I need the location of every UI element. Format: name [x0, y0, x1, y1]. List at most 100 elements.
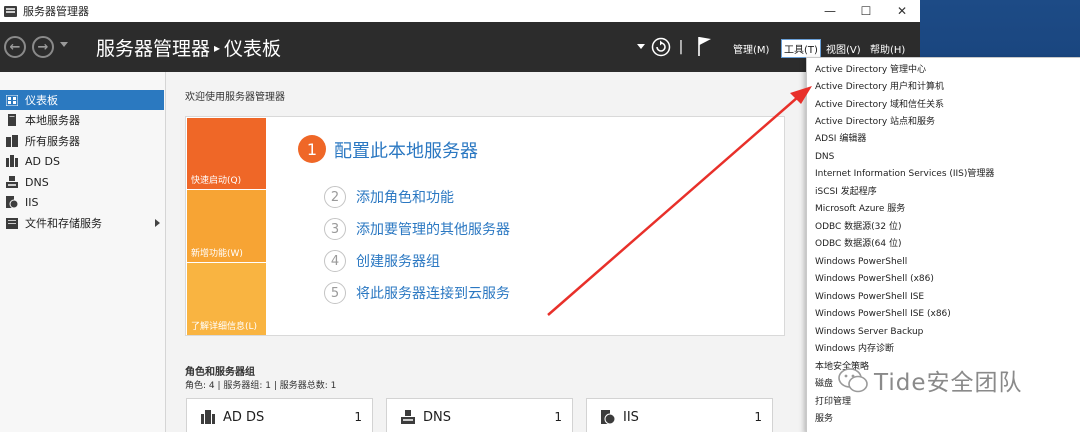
- sidebar-item-label: AD DS: [25, 154, 60, 168]
- page-title: 服务器管理器: [96, 38, 211, 60]
- menu-item-azure-services[interactable]: Microsoft Azure 服务: [815, 202, 905, 216]
- file-storage-icon: [6, 217, 18, 229]
- tools-dropdown-menu: Active Directory 管理中心 Active Directory 用…: [806, 57, 1080, 432]
- tile-label: 了解详细信息(L): [191, 322, 258, 332]
- forward-arrow-icon[interactable]: →: [32, 36, 54, 58]
- step-add-roles[interactable]: 2 添加角色和功能: [324, 186, 454, 208]
- step-number-badge: 1: [298, 135, 326, 163]
- role-count: 1: [554, 410, 562, 424]
- dropdown-arrow-icon[interactable]: [637, 44, 645, 50]
- iis-icon: [6, 196, 18, 208]
- window-title: 服务器管理器: [23, 5, 89, 18]
- menu-item-print-management[interactable]: 打印管理: [815, 395, 851, 409]
- refresh-icon[interactable]: [651, 37, 671, 57]
- step-add-servers[interactable]: 3 添加要管理的其他服务器: [324, 218, 510, 240]
- menu-help[interactable]: 帮助(H): [870, 41, 905, 56]
- sidebar-item-local-server[interactable]: 本地服务器: [0, 110, 164, 130]
- menu-item-services[interactable]: 服务: [815, 412, 833, 426]
- roles-section-title: 角色和服务器组: [185, 367, 255, 378]
- ad-ds-icon: [6, 155, 18, 167]
- role-count: 1: [754, 410, 762, 424]
- sidebar-item-label: IIS: [25, 195, 39, 209]
- role-card-dns[interactable]: DNS 1: [386, 398, 573, 432]
- menu-item-ad-admin-center[interactable]: Active Directory 管理中心: [815, 63, 926, 77]
- menu-item-ad-domains-trusts[interactable]: Active Directory 域和信任关系: [815, 98, 944, 112]
- role-card-iis[interactable]: IIS 1: [586, 398, 773, 432]
- window-controls: — ☐ ✕: [812, 0, 920, 22]
- menu-item-iis-manager[interactable]: Internet Information Services (IIS)管理器: [815, 167, 994, 181]
- menu-view[interactable]: 视图(V): [826, 41, 861, 56]
- history-dropdown-icon[interactable]: [60, 42, 68, 47]
- menu-item-server-backup[interactable]: Windows Server Backup: [815, 325, 923, 339]
- sidebar-item-iis[interactable]: IIS: [0, 192, 164, 212]
- servers-icon: [6, 135, 18, 147]
- menu-item-disk[interactable]: 磁盘: [815, 377, 833, 391]
- menu-item-local-security-policy[interactable]: 本地安全策略: [815, 360, 869, 374]
- menu-item-powershell-ise[interactable]: Windows PowerShell ISE: [815, 290, 924, 304]
- welcome-title: 欢迎使用服务器管理器: [185, 92, 285, 103]
- menu-manage[interactable]: 管理(M): [733, 41, 769, 56]
- back-arrow-icon[interactable]: ←: [4, 36, 26, 58]
- sidebar: 仪表板 本地服务器 所有服务器 AD DS DNS IIS 文件和存储服务: [0, 72, 166, 432]
- server-icon: [6, 114, 18, 126]
- menu-item-powershell[interactable]: Windows PowerShell: [815, 255, 907, 269]
- menu-item-ad-users-computers[interactable]: Active Directory 用户和计算机: [815, 80, 944, 94]
- menu-item-odbc-32[interactable]: ODBC 数据源(32 位): [815, 220, 902, 234]
- tile-whats-new[interactable]: 新增功能(W): [187, 190, 266, 262]
- sidebar-item-dns[interactable]: DNS: [0, 172, 164, 192]
- tile-learn-more[interactable]: 了解详细信息(L): [187, 263, 266, 335]
- step-link[interactable]: 将此服务器连接到云服务: [356, 283, 510, 303]
- tile-label: 新增功能(W): [191, 249, 243, 259]
- menu-tools[interactable]: 工具(T): [781, 39, 821, 58]
- breadcrumb: 服务器管理器 ▸ 仪表板: [96, 34, 281, 61]
- step-create-group[interactable]: 4 创建服务器组: [324, 250, 440, 272]
- menu-item-ad-sites-services[interactable]: Active Directory 站点和服务: [815, 115, 935, 129]
- step-number: 4: [324, 250, 346, 272]
- step-connect-cloud[interactable]: 5 将此服务器连接到云服务: [324, 282, 510, 304]
- step-configure-local-server-link[interactable]: 配置此本地服务器: [334, 137, 478, 163]
- maximize-button[interactable]: ☐: [848, 0, 884, 22]
- iis-icon: [601, 410, 615, 424]
- menu-item-adsi-edit[interactable]: ADSI 编辑器: [815, 132, 866, 146]
- role-card-ad-ds[interactable]: AD DS 1: [186, 398, 373, 432]
- header-bar: ← → 服务器管理器 ▸ 仪表板 | 管理(M) 工具(T) 视图(V) 帮助(H): [0, 22, 920, 72]
- tile-label: 快速启动(Q): [191, 176, 242, 186]
- welcome-panel: 快速启动(Q) 新增功能(W) 了解详细信息(L) 1 配置此本地服务器 2 添…: [185, 116, 785, 336]
- role-count: 1: [354, 410, 362, 424]
- step-number: 3: [324, 218, 346, 240]
- menu-item-powershell-ise-x86[interactable]: Windows PowerShell ISE (x86): [815, 307, 951, 321]
- sidebar-item-ad-ds[interactable]: AD DS: [0, 151, 164, 171]
- page-subtitle: 仪表板: [224, 38, 282, 60]
- title-bar: 服务器管理器 — ☐ ✕: [0, 0, 920, 22]
- sidebar-item-label: 本地服务器: [25, 114, 80, 127]
- sidebar-item-label: 仪表板: [25, 94, 58, 107]
- chevron-right-icon[interactable]: [155, 219, 160, 227]
- step-link[interactable]: 添加角色和功能: [356, 187, 454, 207]
- dashboard-icon: [6, 94, 18, 106]
- sidebar-item-label: DNS: [25, 175, 49, 189]
- roles-counts: 角色: 4 | 服务器组: 1 | 服务器总数: 1: [185, 381, 337, 391]
- close-button[interactable]: ✕: [884, 0, 920, 22]
- menu-item-odbc-64[interactable]: ODBC 数据源(64 位): [815, 237, 902, 251]
- role-name: IIS: [623, 410, 639, 425]
- menu-item-memory-diagnostic[interactable]: Windows 内存诊断: [815, 342, 894, 356]
- ad-ds-icon: [201, 410, 215, 424]
- header-divider: |: [678, 39, 684, 55]
- server-manager-window: 服务器管理器 — ☐ ✕ ← → 服务器管理器 ▸ 仪表板 | 管理(M) 工具(T…: [0, 0, 920, 432]
- tile-quick-start[interactable]: 快速启动(Q): [187, 118, 266, 189]
- minimize-button[interactable]: —: [812, 0, 848, 22]
- menu-item-iscsi-initiator[interactable]: iSCSI 发起程序: [815, 185, 877, 199]
- sidebar-item-all-servers[interactable]: 所有服务器: [0, 131, 164, 151]
- menu-item-dns[interactable]: DNS: [815, 150, 834, 164]
- step-number: 2: [324, 186, 346, 208]
- notifications-flag-icon[interactable]: [696, 35, 714, 57]
- breadcrumb-separator: ▸: [214, 41, 221, 55]
- step-link[interactable]: 添加要管理的其他服务器: [356, 219, 510, 239]
- menu-item-powershell-x86[interactable]: Windows PowerShell (x86): [815, 272, 934, 286]
- sidebar-item-file-storage[interactable]: 文件和存储服务: [0, 213, 164, 233]
- step-number: 5: [324, 282, 346, 304]
- sidebar-item-dashboard[interactable]: 仪表板: [0, 90, 164, 110]
- sidebar-item-label: 所有服务器: [25, 135, 80, 148]
- dns-icon: [401, 410, 415, 424]
- step-link[interactable]: 创建服务器组: [356, 251, 440, 271]
